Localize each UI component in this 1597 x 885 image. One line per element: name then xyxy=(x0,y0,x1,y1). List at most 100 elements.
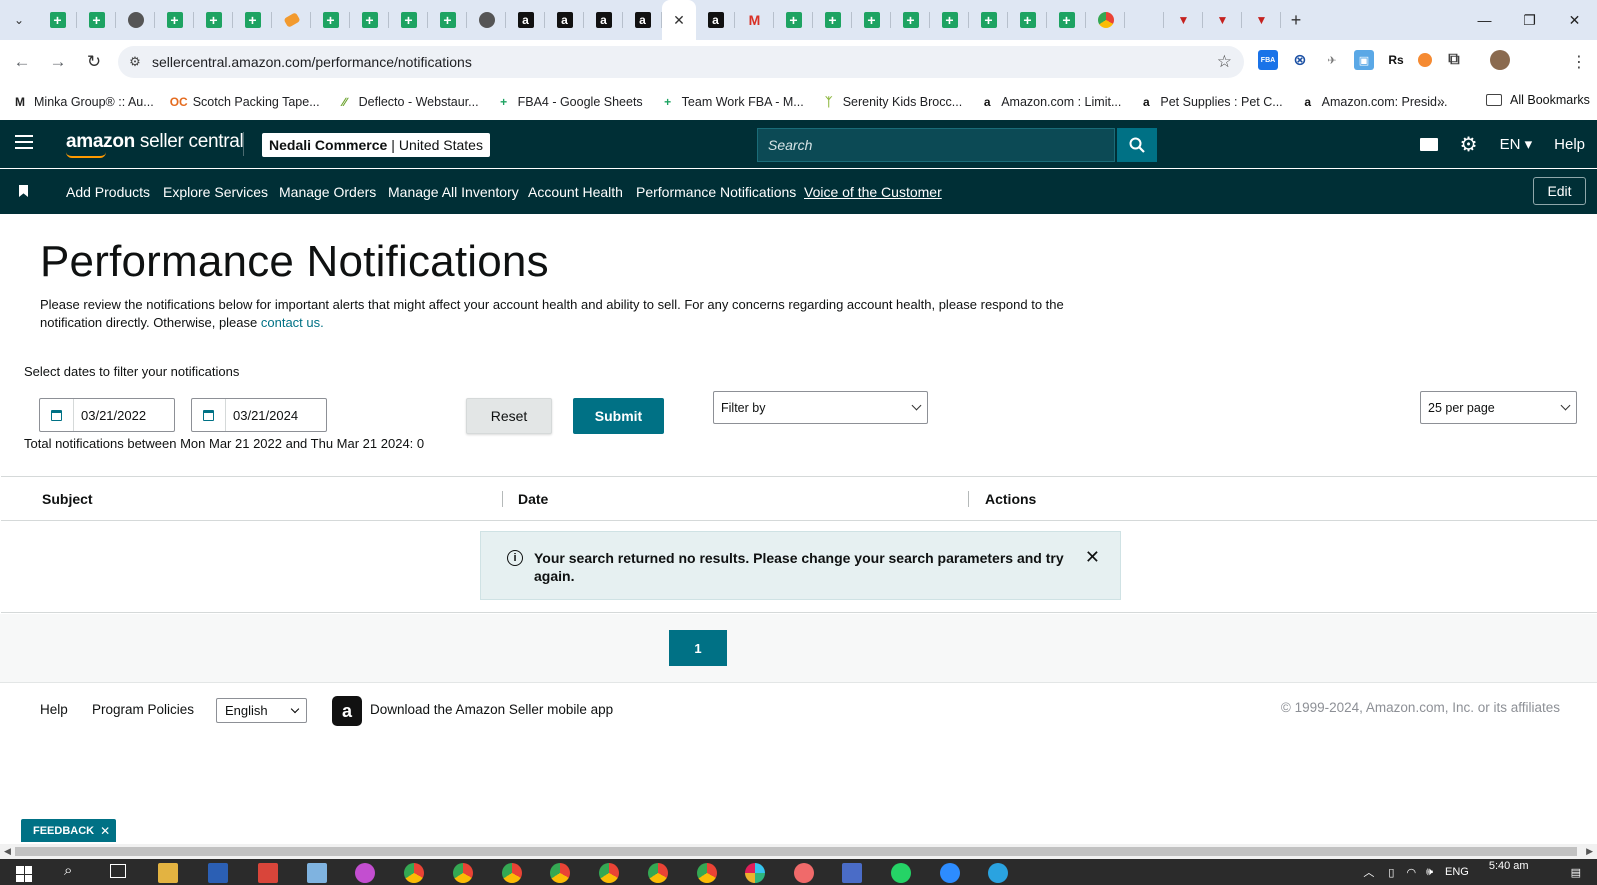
slack-icon[interactable] xyxy=(745,863,765,883)
bookmark-item[interactable]: + Team Work FBA - M... xyxy=(660,94,804,110)
volume-icon[interactable]: 🕪 xyxy=(1426,866,1433,879)
wps-icon[interactable] xyxy=(258,863,278,883)
submit-button[interactable]: Submit xyxy=(573,398,664,434)
calculator-icon[interactable] xyxy=(842,863,862,883)
browser-tab[interactable] xyxy=(1008,0,1047,40)
footer-language-select[interactable]: English xyxy=(216,698,307,723)
search-icon[interactable]: ⌕ xyxy=(64,862,72,879)
browser-tab[interactable] xyxy=(506,0,545,40)
column-subject[interactable]: Subject xyxy=(42,491,93,507)
chrome-icon[interactable] xyxy=(550,863,570,883)
browser-tab[interactable] xyxy=(77,0,116,40)
scrollbar-thumb[interactable] xyxy=(15,847,1577,856)
browser-tab[interactable] xyxy=(350,0,389,40)
browser-tab[interactable]: ✕ xyxy=(662,0,696,40)
nav-voice-of-the-customer[interactable]: Voice of the Customer xyxy=(804,184,942,200)
zoom-icon[interactable] xyxy=(940,863,960,883)
bookmark-item[interactable]: ᛉ Serenity Kids Brocc... xyxy=(821,94,962,110)
browser-tab[interactable] xyxy=(623,0,662,40)
horizontal-scrollbar[interactable]: ◀ ▶ xyxy=(0,844,1597,859)
minimize-icon[interactable]: — xyxy=(1462,12,1507,28)
plane-extension-icon[interactable]: ✈ xyxy=(1322,50,1342,70)
chrome-icon[interactable] xyxy=(697,863,717,883)
filter-by-dropdown[interactable]: Filter by xyxy=(713,391,928,424)
seller-search-input[interactable]: Search xyxy=(757,128,1115,162)
word-icon[interactable] xyxy=(208,863,228,883)
browser-tab[interactable] xyxy=(774,0,813,40)
url-text[interactable]: sellercentral.amazon.com/performance/not… xyxy=(152,54,472,70)
bookmark-item[interactable]: a Amazon.com: Presid... xyxy=(1300,94,1447,110)
windows-start-icon[interactable] xyxy=(16,866,32,882)
address-bar[interactable]: ⚙ sellercentral.amazon.com/performance/n… xyxy=(118,46,1244,78)
calendar-icon[interactable] xyxy=(192,399,226,431)
column-date[interactable]: Date xyxy=(518,491,548,507)
browser-menu-icon[interactable]: ⋮ xyxy=(1571,52,1587,72)
chrome-icon[interactable] xyxy=(502,863,522,883)
restore-icon[interactable]: ❐ xyxy=(1507,12,1552,29)
edit-nav-button[interactable]: Edit xyxy=(1533,177,1586,205)
chrome-icon[interactable] xyxy=(648,863,668,883)
end-date-field[interactable]: 03/21/2024 xyxy=(191,398,327,432)
new-tab-icon[interactable]: + xyxy=(1281,10,1311,31)
browser-tab[interactable] xyxy=(891,0,930,40)
clock[interactable]: 5:40 am xyxy=(1489,860,1529,872)
bookmark-item[interactable]: + FBA4 - Google Sheets xyxy=(496,94,643,110)
rs-extension-icon[interactable]: Rs xyxy=(1386,50,1406,70)
battery-icon[interactable]: ▯ xyxy=(1388,866,1394,879)
feedback-button[interactable]: FEEDBACK ✕ xyxy=(21,819,117,842)
browser-tab[interactable] xyxy=(467,0,506,40)
bookmark-item[interactable]: a Amazon.com : Limit... xyxy=(979,94,1122,110)
close-icon[interactable]: ✕ xyxy=(673,12,685,29)
bookmark-star-icon[interactable]: ☆ xyxy=(1217,52,1232,72)
browser-tab[interactable] xyxy=(1047,0,1086,40)
browser-tab[interactable] xyxy=(1086,0,1125,40)
puzzle-extensions-icon[interactable]: ⧉ xyxy=(1444,50,1464,70)
browser-tab[interactable] xyxy=(38,0,77,40)
nav-explore-services[interactable]: Explore Services xyxy=(163,184,268,200)
browser-tab[interactable] xyxy=(584,0,623,40)
bookmark-item[interactable]: a Pet Supplies : Pet C... xyxy=(1138,94,1283,110)
browser-tab[interactable] xyxy=(155,0,194,40)
download-app-link[interactable]: Download the Amazon Seller mobile app xyxy=(370,702,613,717)
page-1-button[interactable]: 1 xyxy=(669,630,727,666)
browser-tab[interactable] xyxy=(1203,0,1242,40)
program-policies-link[interactable]: Program Policies xyxy=(92,702,194,717)
nav-manage-all-inventory[interactable]: Manage All Inventory xyxy=(388,184,519,200)
browser-tab[interactable] xyxy=(696,0,735,40)
profile-avatar[interactable] xyxy=(1490,50,1510,70)
contact-us-link[interactable]: contact us. xyxy=(261,315,324,330)
close-icon[interactable]: ✕ xyxy=(1085,548,1100,566)
hamburger-menu-icon[interactable] xyxy=(15,135,33,149)
browser-tab[interactable] xyxy=(428,0,467,40)
forward-arrow-icon[interactable]: → xyxy=(40,52,76,72)
browser-tab[interactable] xyxy=(1164,0,1203,40)
bookmark-item[interactable]: M Minka Group® :: Au... xyxy=(12,94,154,110)
close-icon[interactable]: ✕ xyxy=(100,824,110,838)
app-icon[interactable] xyxy=(355,863,375,883)
orange-extension-icon[interactable] xyxy=(1418,53,1432,67)
browser-tab[interactable] xyxy=(389,0,428,40)
nav-manage-orders[interactable]: Manage Orders xyxy=(279,184,376,200)
chrome-icon[interactable] xyxy=(599,863,619,883)
site-settings-icon[interactable]: ⚙ xyxy=(118,54,152,70)
map-extension-icon[interactable]: ▣ xyxy=(1354,50,1374,70)
asana-icon[interactable] xyxy=(794,863,814,883)
browser-tab[interactable] xyxy=(116,0,155,40)
browser-tab[interactable] xyxy=(813,0,852,40)
footer-help-link[interactable]: Help xyxy=(40,702,68,717)
browser-tab[interactable] xyxy=(1125,0,1164,40)
search-button[interactable] xyxy=(1117,128,1157,162)
task-view-icon[interactable] xyxy=(110,864,126,878)
per-page-dropdown[interactable]: 25 per page xyxy=(1420,391,1577,424)
bookmark-icon[interactable] xyxy=(19,185,28,197)
gear-icon[interactable]: ⚙ xyxy=(1460,132,1478,157)
notifications-icon[interactable]: ▤ xyxy=(1571,866,1581,879)
fba-extension-icon[interactable]: FBA xyxy=(1258,50,1278,70)
bookmarks-overflow-icon[interactable]: » xyxy=(1437,93,1445,109)
bookmark-item[interactable]: ∕∕ Deflecto - Webstaur... xyxy=(337,94,479,110)
tab-search-chevron-icon[interactable]: ⌄ xyxy=(0,0,38,40)
seller-central-logo[interactable]: amazon seller central xyxy=(66,131,244,153)
help-link[interactable]: Help xyxy=(1554,136,1585,153)
nav-account-health[interactable]: Account Health xyxy=(528,184,623,200)
file-explorer-icon[interactable] xyxy=(158,863,178,883)
